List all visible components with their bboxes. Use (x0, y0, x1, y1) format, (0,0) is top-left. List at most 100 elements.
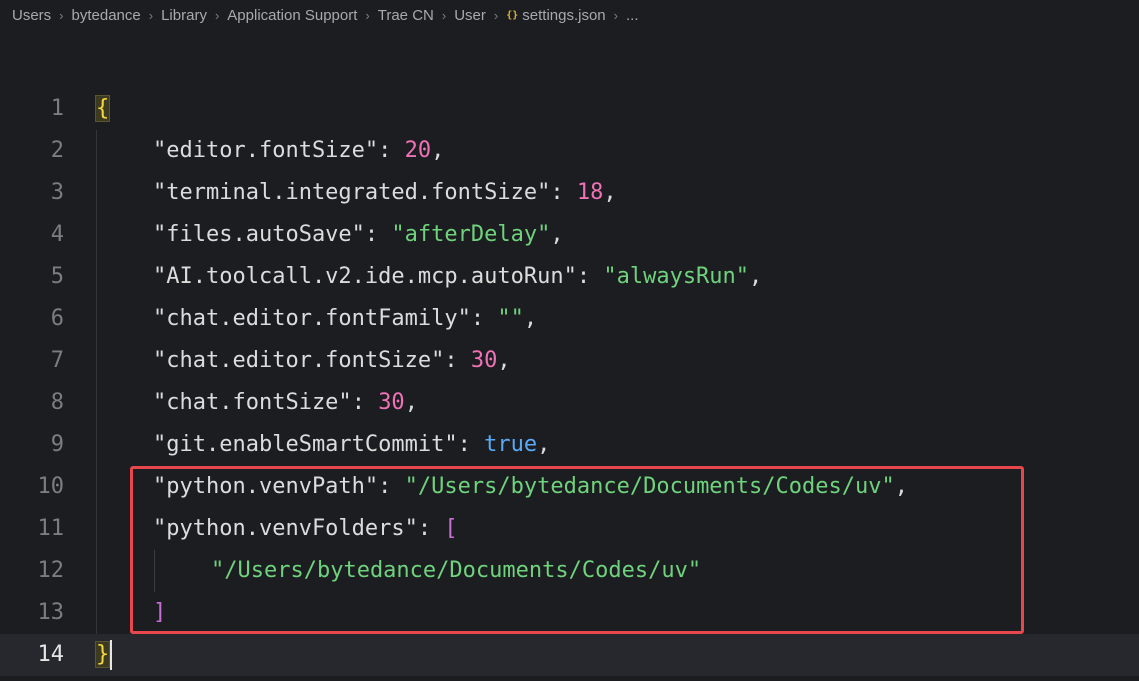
code-line[interactable]: 2 "editor.fontSize": 20, (0, 130, 1139, 172)
line-number: 6 (50, 306, 64, 331)
code-line[interactable]: 9 "git.enableSmartCommit": true, (0, 424, 1139, 466)
line-number: 11 (37, 516, 65, 541)
json-value: 30 (470, 348, 498, 373)
code-line[interactable]: 12 "/Users/bytedance/Documents/Codes/uv" (0, 550, 1139, 592)
json-key: "python.venvPath" (153, 474, 379, 499)
comma: , (497, 348, 511, 373)
line-number: 14 (37, 642, 65, 667)
json-key: "chat.editor.fontSize" (153, 348, 445, 373)
line-number: 5 (50, 264, 64, 289)
json-value: "alwaysRun" (603, 264, 750, 289)
code-line[interactable]: 8 "chat.fontSize": 30, (0, 382, 1139, 424)
code-line[interactable]: 3 "terminal.integrated.fontSize": 18, (0, 172, 1139, 214)
colon: : (364, 222, 392, 247)
comma: , (603, 180, 617, 205)
code-line[interactable]: 1 { (0, 88, 1139, 130)
breadcrumb-library[interactable]: Library (161, 7, 207, 24)
code-lines[interactable]: 1 { 2 "editor.fontSize": 20, 3 "terminal… (0, 88, 1139, 676)
colon: : (470, 306, 498, 331)
chevron-right-icon: › (59, 7, 64, 23)
line-number: 7 (50, 348, 64, 373)
json-key: "editor.fontSize" (153, 138, 379, 163)
line-content: ] (153, 592, 166, 634)
line-content: "chat.fontSize": 30, (153, 382, 418, 424)
line-number: 3 (50, 180, 64, 205)
chevron-right-icon: › (148, 7, 154, 23)
comma: , (749, 264, 763, 289)
line-number: 2 (50, 138, 64, 163)
json-value: "/Users/bytedance/Documents/Codes/uv" (404, 474, 895, 499)
chevron-right-icon: › (441, 7, 447, 23)
line-content: "chat.editor.fontSize": 30, (153, 340, 511, 382)
comma: , (550, 222, 564, 247)
line-number: 10 (37, 474, 65, 499)
line-number: 8 (50, 390, 64, 415)
code-line[interactable]: 5 "AI.toolcall.v2.ide.mcp.autoRun": "alw… (0, 256, 1139, 298)
line-content: } (94, 634, 113, 676)
comma: , (431, 138, 445, 163)
open-brace: { (94, 95, 111, 122)
breadcrumb-trae-cn[interactable]: Trae CN (378, 7, 434, 24)
breadcrumb-users[interactable]: Users (12, 7, 51, 24)
code-line[interactable]: 10 "python.venvPath": "/Users/bytedance/… (0, 466, 1139, 508)
json-file-icon: {} (506, 9, 519, 21)
breadcrumb: Users › bytedance › Library › Applicatio… (12, 0, 639, 30)
json-key: "files.autoSave" (153, 222, 365, 247)
json-key: "chat.editor.fontFamily" (153, 306, 471, 331)
colon: : (576, 264, 604, 289)
comma: , (537, 432, 551, 457)
line-number: 1 (50, 96, 64, 121)
json-key: "git.enableSmartCommit" (153, 432, 458, 457)
colon: : (550, 180, 577, 205)
comma: , (523, 306, 538, 331)
chevron-right-icon: › (214, 7, 220, 23)
line-number: 13 (37, 600, 65, 625)
colon: : (457, 432, 485, 457)
comma: , (404, 390, 418, 415)
json-value: "" (497, 306, 524, 331)
breadcrumb-bytedance[interactable]: bytedance (72, 7, 141, 24)
text-cursor (110, 640, 113, 670)
json-key: "AI.toolcall.v2.ide.mcp.autoRun" (153, 264, 577, 289)
line-content: "chat.editor.fontFamily": "", (153, 298, 537, 340)
json-value: "afterDelay" (391, 222, 551, 247)
line-content: "AI.toolcall.v2.ide.mcp.autoRun": "alway… (153, 256, 762, 298)
line-content: "python.venvPath": "/Users/bytedance/Doc… (153, 466, 908, 508)
colon: : (444, 348, 471, 373)
line-content: { (94, 88, 111, 130)
line-content: "/Users/bytedance/Documents/Codes/uv" (211, 550, 701, 592)
close-bracket: ] (153, 600, 167, 625)
json-key: "python.venvFolders" (153, 516, 418, 541)
code-line[interactable]: 4 "files.autoSave": "afterDelay", (0, 214, 1139, 256)
line-number: 12 (37, 558, 65, 583)
line-content: "terminal.integrated.fontSize": 18, (153, 172, 617, 214)
line-content: "git.enableSmartCommit": true, (153, 424, 550, 466)
code-editor[interactable]: Users › bytedance › Library › Applicatio… (0, 0, 1139, 681)
line-number: 9 (50, 432, 64, 457)
json-key: "chat.fontSize" (153, 390, 352, 415)
code-line-current[interactable]: 14 } (0, 634, 1139, 676)
code-line[interactable]: 6 "chat.editor.fontFamily": "", (0, 298, 1139, 340)
colon: : (417, 516, 445, 541)
json-value: 18 (576, 180, 604, 205)
breadcrumb-more[interactable]: ... (626, 7, 639, 24)
line-content: "editor.fontSize": 20, (153, 130, 444, 172)
line-content: "python.venvFolders": [ (153, 508, 458, 550)
open-bracket: [ (444, 516, 458, 541)
chevron-right-icon: › (493, 7, 499, 23)
json-key: "terminal.integrated.fontSize" (153, 180, 551, 205)
code-line[interactable]: 7 "chat.editor.fontSize": 30, (0, 340, 1139, 382)
colon: : (378, 474, 405, 499)
line-content: "files.autoSave": "afterDelay", (153, 214, 564, 256)
comma: , (894, 474, 908, 499)
breadcrumb-settings-json[interactable]: settings.json (522, 7, 605, 24)
json-value: "/Users/bytedance/Documents/Codes/uv" (211, 558, 702, 583)
breadcrumb-user[interactable]: User (454, 7, 486, 24)
close-brace: } (94, 641, 111, 668)
code-line[interactable]: 13 ] (0, 592, 1139, 634)
json-value: 30 (378, 390, 405, 415)
json-value: 20 (404, 138, 432, 163)
breadcrumb-application-support[interactable]: Application Support (227, 7, 357, 24)
code-line[interactable]: 11 "python.venvFolders": [ (0, 508, 1139, 550)
chevron-right-icon: › (365, 7, 370, 23)
